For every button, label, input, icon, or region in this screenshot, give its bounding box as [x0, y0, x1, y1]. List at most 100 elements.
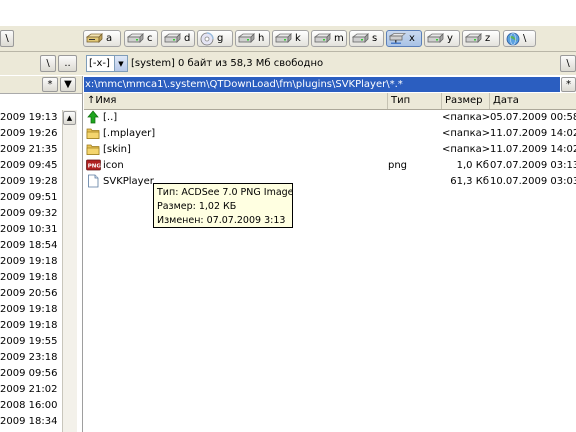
right-root-button[interactable]: \: [560, 55, 576, 72]
drive-select[interactable]: [-x-] ▼: [86, 55, 128, 72]
left-list-item[interactable]: 2009 18:54: [0, 238, 62, 254]
left-scrollbar[interactable]: ▲: [62, 110, 77, 432]
right-sort-button[interactable]: *: [561, 77, 576, 92]
left-list-item[interactable]: 2009 19:18: [0, 318, 62, 334]
drive-letter: d: [184, 33, 191, 44]
tooltip-type: Тип: ACDSee 7.0 PNG Image: [157, 187, 294, 198]
left-list-item[interactable]: 2009 19:28: [0, 174, 62, 190]
hard-drive-icon: [238, 33, 255, 44]
column-date[interactable]: Дата: [490, 93, 576, 109]
drive-button-a[interactable]: a: [83, 30, 121, 47]
drive-button-h[interactable]: h: [235, 30, 270, 47]
file-row[interactable]: [..] <папка> 05.07.2009 00:58: [84, 110, 576, 126]
left-list-item[interactable]: 2009 09:51: [0, 190, 62, 206]
file-type: png: [388, 160, 408, 171]
drive-letter: y: [447, 33, 453, 44]
hard-drive-icon: [275, 33, 292, 44]
up-arrow-icon: [86, 110, 100, 124]
root-dir-button[interactable]: \: [40, 55, 56, 72]
hard-drive-icon: [164, 33, 181, 44]
drive-letter: h: [258, 33, 265, 44]
parent-dir-button-label: ..: [64, 58, 71, 69]
drive-letter: \: [523, 33, 527, 44]
root-dir-button-label: \: [46, 58, 50, 69]
drive-letter: x: [409, 33, 415, 44]
hard-drive-icon: [314, 33, 331, 44]
drive-button-m[interactable]: m: [311, 30, 347, 47]
file-date: 11.07.2009 14:02: [490, 128, 576, 139]
left-panel-dropdown[interactable]: ▼: [60, 77, 76, 92]
column-name[interactable]: ↑Имя: [84, 93, 388, 109]
chevron-up-icon: ▲: [66, 114, 73, 122]
drive-button-k[interactable]: k: [272, 30, 309, 47]
drive-letter: c: [147, 33, 153, 44]
left-list-item[interactable]: 2009 19:18: [0, 254, 62, 270]
drive-button-y[interactable]: y: [424, 30, 460, 47]
left-list-item[interactable]: 2009 09:45: [0, 158, 62, 174]
file-row[interactable]: [skin] <папка> 11.07.2009 14:02: [84, 142, 576, 158]
cd-drive-icon: [200, 31, 214, 46]
drive-letter: g: [217, 33, 224, 44]
left-list-item[interactable]: 2009 19:26: [0, 126, 62, 142]
left-list-item[interactable]: 2009 19:18: [0, 270, 62, 286]
hard-drive-icon: [352, 33, 369, 44]
file-date: 07.07.2009 03:13: [490, 160, 576, 171]
network-drive-icon: [389, 32, 406, 45]
drive-button-x[interactable]: x: [386, 30, 422, 47]
left-list-item[interactable]: 2009 19:18: [0, 302, 62, 318]
file-date: 10.07.2009 03:03: [490, 176, 576, 187]
drive-letter: z: [485, 33, 491, 44]
drive-button-g[interactable]: g: [197, 30, 233, 47]
left-panel-header: * ▼: [0, 76, 82, 94]
column-size[interactable]: Размер: [442, 93, 490, 109]
svg-text:PNG: PNG: [88, 164, 101, 170]
right-sort-button-label: *: [566, 79, 571, 90]
drive-button-c[interactable]: c: [124, 30, 158, 47]
network-globe-icon: [506, 32, 520, 46]
floppy-drive-icon: [86, 33, 103, 44]
left-sort-button[interactable]: *: [42, 77, 58, 92]
folder-icon: [86, 142, 100, 156]
drive-button-z[interactable]: z: [462, 30, 500, 47]
column-type[interactable]: Тип: [388, 93, 442, 109]
drive-button-network[interactable]: \: [503, 30, 536, 47]
scroll-up-button[interactable]: ▲: [63, 111, 76, 125]
parent-dir-button[interactable]: ..: [58, 55, 77, 72]
left-root-button-label: \: [5, 33, 9, 44]
file-row[interactable]: [.mplayer] <папка> 11.07.2009 14:02: [84, 126, 576, 142]
left-list-item[interactable]: 2009 19:55: [0, 334, 62, 350]
file-info-tooltip: Тип: ACDSee 7.0 PNG Image Размер: 1,02 К…: [153, 183, 294, 228]
file-row[interactable]: PNG icon png 1,0 Кб 07.07.2009 03:13: [84, 158, 576, 174]
hard-drive-icon: [127, 33, 144, 44]
left-list-item[interactable]: 2009 21:02: [0, 382, 62, 398]
left-list-item[interactable]: 2009 10:31: [0, 222, 62, 238]
left-list-item[interactable]: 2009 09:56: [0, 366, 62, 382]
left-list-item[interactable]: 2009 21:35: [0, 142, 62, 158]
drive-button-s[interactable]: s: [349, 30, 384, 47]
left-list-item[interactable]: 2009 09:32: [0, 206, 62, 222]
left-list-item[interactable]: 2009 18:34: [0, 414, 62, 430]
png-file-icon: PNG: [86, 158, 101, 172]
file-name: [skin]: [103, 144, 131, 155]
file-size: <папка>: [442, 144, 491, 155]
left-list-item[interactable]: 2008 16:00: [0, 398, 62, 414]
drive-letter: a: [106, 33, 113, 44]
file-date: 11.07.2009 14:02: [490, 144, 576, 155]
file-date: 05.07.2009 00:58: [490, 112, 576, 123]
file-size: <папка>: [442, 112, 491, 123]
path-row: \ .. [-x-] ▼ [system] 0 байт из 58,3 Мб …: [0, 52, 576, 75]
tooltip-size: Размер: 1,02 КБ: [157, 201, 237, 212]
drive-select-value: [-x-]: [89, 58, 110, 69]
drive-button-d[interactable]: d: [161, 30, 195, 47]
left-list-item[interactable]: 2009 20:56: [0, 286, 62, 302]
chevron-down-icon: ▼: [64, 79, 72, 90]
left-list-item[interactable]: 2009 19:13: [0, 110, 62, 126]
hard-drive-icon: [465, 33, 482, 44]
left-root-button[interactable]: \: [0, 30, 14, 47]
left-list-item[interactable]: 2009 23:18: [0, 350, 62, 366]
left-sort-button-label: *: [47, 79, 53, 90]
tooltip-modified: Изменен: 07.07.2009 3:13: [157, 215, 286, 226]
current-path-bar[interactable]: x:\mmc\mmca1\.system\QTDownLoad\fm\plugi…: [84, 77, 560, 92]
file-icon: [86, 174, 100, 188]
chevron-down-icon[interactable]: ▼: [114, 56, 127, 71]
